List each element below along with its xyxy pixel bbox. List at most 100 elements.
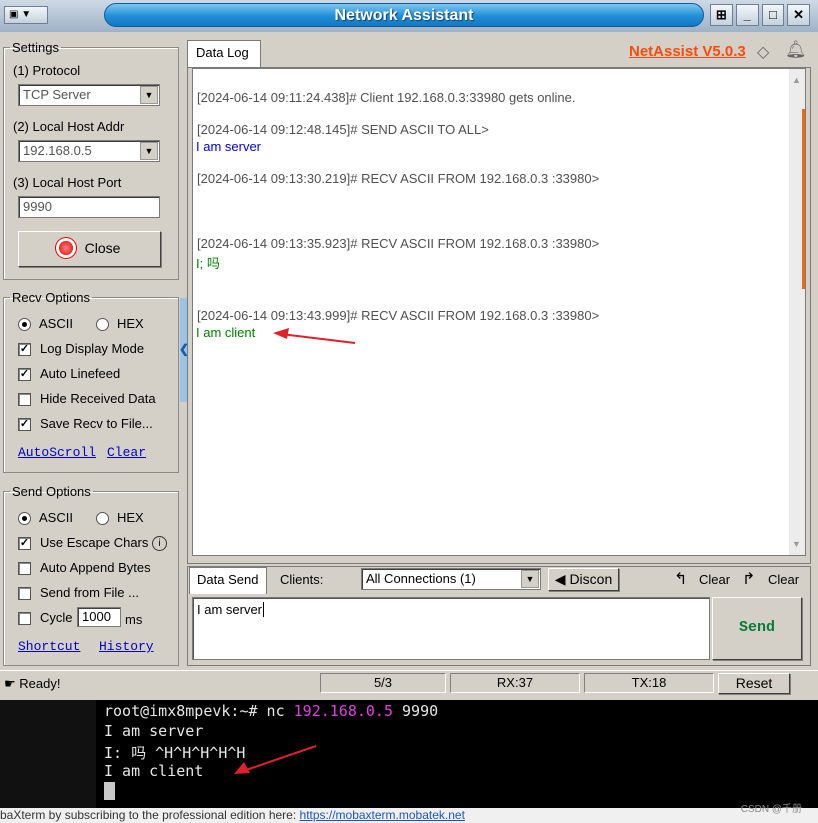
close-connection-button[interactable]: Close: [18, 231, 161, 267]
netassist-window: ▣ ▼ Network Assistant ⊞ _ □ ✕ Settings (…: [0, 0, 818, 700]
tab-data-send[interactable]: Data Send: [189, 567, 267, 594]
escape-chars-label: Use Escape Chars: [40, 535, 149, 550]
log-display-checkbox[interactable]: ✓: [18, 343, 31, 356]
send-file-label: Send from File ...: [40, 585, 139, 600]
chevron-down-icon: ▼: [140, 142, 158, 160]
send-hex-radio[interactable]: [96, 512, 109, 525]
recv-ascii-label: ASCII: [39, 316, 73, 331]
send-hex-label: HEX: [117, 510, 144, 525]
auto-append-checkbox[interactable]: [18, 562, 31, 575]
cycle-interval-input[interactable]: 1000: [77, 607, 121, 627]
recv-hex-radio[interactable]: [96, 318, 109, 331]
log-entry-header: [2024-06-14 09:11:24.438]# Client 192.16…: [197, 90, 576, 105]
mobaxterm-link[interactable]: https://mobaxterm.mobatek.net: [300, 808, 465, 822]
hide-received-checkbox[interactable]: [18, 393, 31, 406]
disconnect-button[interactable]: ◀ Discon: [548, 568, 619, 591]
hide-received-label: Hide Received Data: [40, 391, 156, 406]
send-options-legend: Send Options: [12, 484, 91, 499]
clear-send-icon[interactable]: ↰: [674, 569, 687, 589]
maximize-button[interactable]: □: [761, 4, 785, 26]
terminal-line: I: 吗 ^H^H^H^H^H: [104, 744, 246, 762]
log-entry-recv: I am client: [196, 325, 256, 340]
log-entry-header: [2024-06-14 09:13:35.923]# RECV ASCII FR…: [197, 236, 600, 251]
arrow-left-icon: ◀: [554, 571, 566, 587]
status-bar: ☛ Ready! 5/3 RX:37 TX:18 Reset: [0, 670, 818, 698]
auto-linefeed-checkbox[interactable]: ✓: [18, 368, 31, 381]
scroll-thumb[interactable]: [802, 109, 805, 289]
port-label: (3) Local Host Port: [13, 175, 122, 190]
save-recv-checkbox[interactable]: ✓: [18, 418, 31, 431]
red-light-icon: [58, 241, 73, 255]
recv-ascii-radio[interactable]: [18, 318, 31, 331]
title-pill: Network Assistant: [104, 3, 704, 27]
auto-linefeed-label: Auto Linefeed: [40, 366, 121, 381]
window-controls: ⊞ _ □ ✕: [710, 4, 810, 26]
diamond-icon[interactable]: ◇: [757, 42, 769, 62]
autoscroll-link[interactable]: AutoScroll: [18, 445, 96, 460]
port-input[interactable]: 9990: [18, 196, 160, 218]
status-tx: TX:18: [584, 673, 714, 693]
scroll-down-icon[interactable]: ▼: [792, 539, 801, 549]
protocol-label: (1) Protocol: [13, 63, 81, 78]
recv-options-legend: Recv Options: [12, 290, 91, 305]
history-link[interactable]: History: [99, 639, 154, 654]
status-rx: RX:37: [450, 673, 580, 693]
recv-clear-link[interactable]: Clear: [107, 445, 146, 460]
log-entry-header: [2024-06-14 09:12:48.145]# SEND ASCII TO…: [197, 122, 489, 137]
clear-count-button[interactable]: Clear: [768, 572, 799, 587]
log-entry-send: I am server: [196, 139, 262, 154]
terminal-line: I am server: [104, 722, 204, 740]
log-entry-recv: I; 吗: [196, 256, 220, 271]
send-file-checkbox[interactable]: [18, 587, 31, 600]
terminal-gutter: [0, 700, 96, 808]
send-ascii-radio[interactable]: [18, 512, 31, 525]
netassist-version-link[interactable]: NetAssist V5.0.3: [629, 43, 746, 60]
host-label: (2) Local Host Addr: [13, 119, 125, 134]
clear-send-button[interactable]: Clear: [699, 572, 730, 587]
shortcut-link[interactable]: Shortcut: [18, 639, 80, 654]
system-menu-button[interactable]: ▣ ▼: [4, 6, 48, 24]
chevron-down-icon: ▼: [140, 86, 158, 104]
title-bar: ▣ ▼ Network Assistant ⊞ _ □ ✕: [0, 0, 818, 32]
window-title: Network Assistant: [334, 7, 474, 24]
save-recv-label: Save Recv to File...: [40, 416, 153, 431]
annotation-arrow: [234, 745, 317, 774]
send-input[interactable]: I am server: [192, 597, 710, 660]
cycle-checkbox[interactable]: [18, 612, 31, 625]
send-button[interactable]: Send: [712, 597, 802, 660]
status-ready: ☛ Ready!: [4, 676, 61, 691]
terminal-line: I am client: [104, 762, 204, 780]
clients-select[interactable]: All Connections (1) ▼: [361, 568, 541, 590]
info-icon[interactable]: i: [152, 536, 167, 551]
clear-count-icon[interactable]: ↱: [742, 569, 755, 589]
close-window-button[interactable]: ✕: [787, 4, 810, 26]
protocol-select[interactable]: TCP Server ▼: [18, 84, 160, 106]
escape-chars-checkbox[interactable]: ✓: [18, 537, 31, 550]
annotation-arrow: [273, 328, 356, 344]
bell-icon[interactable]: 🔔︎: [785, 40, 807, 60]
tab-data-log[interactable]: Data Log: [187, 40, 261, 68]
minimize-button[interactable]: _: [735, 4, 759, 26]
reset-button[interactable]: Reset: [718, 673, 790, 694]
recv-hex-label: HEX: [117, 316, 144, 331]
send-ascii-label: ASCII: [39, 510, 73, 525]
app-icon: ▣: [9, 9, 19, 20]
log-entry-header: [2024-06-14 09:13:43.999]# RECV ASCII FR…: [197, 308, 600, 323]
cycle-label: Cycle: [40, 610, 73, 625]
chevron-down-icon: ▼: [521, 570, 539, 588]
terminal-cursor: [104, 782, 115, 800]
settings-legend: Settings: [12, 40, 59, 55]
pin-button[interactable]: ⊞: [710, 4, 733, 26]
terminal-command: root@imx8mpevk:~# nc 192.168.0.5 9990: [104, 702, 439, 720]
status-ratio: 5/3: [320, 673, 446, 693]
log-scrollbar[interactable]: ▲ ▼: [789, 69, 805, 555]
text-cursor: [263, 602, 265, 617]
clients-label: Clients:: [280, 572, 324, 587]
watermark: CSDN @千册: [740, 804, 802, 815]
data-log-view: [2024-06-14 09:11:24.438]# Client 192.16…: [192, 68, 806, 556]
terminal[interactable]: root@imx8mpevk:~# nc 192.168.0.5 9990 I …: [0, 700, 818, 808]
host-select[interactable]: 192.168.0.5 ▼: [18, 140, 160, 162]
scroll-up-icon[interactable]: ▲: [792, 75, 801, 85]
auto-append-label: Auto Append Bytes: [40, 560, 151, 575]
mobaxterm-footer: baXterm by subscribing to the profession…: [0, 808, 818, 823]
